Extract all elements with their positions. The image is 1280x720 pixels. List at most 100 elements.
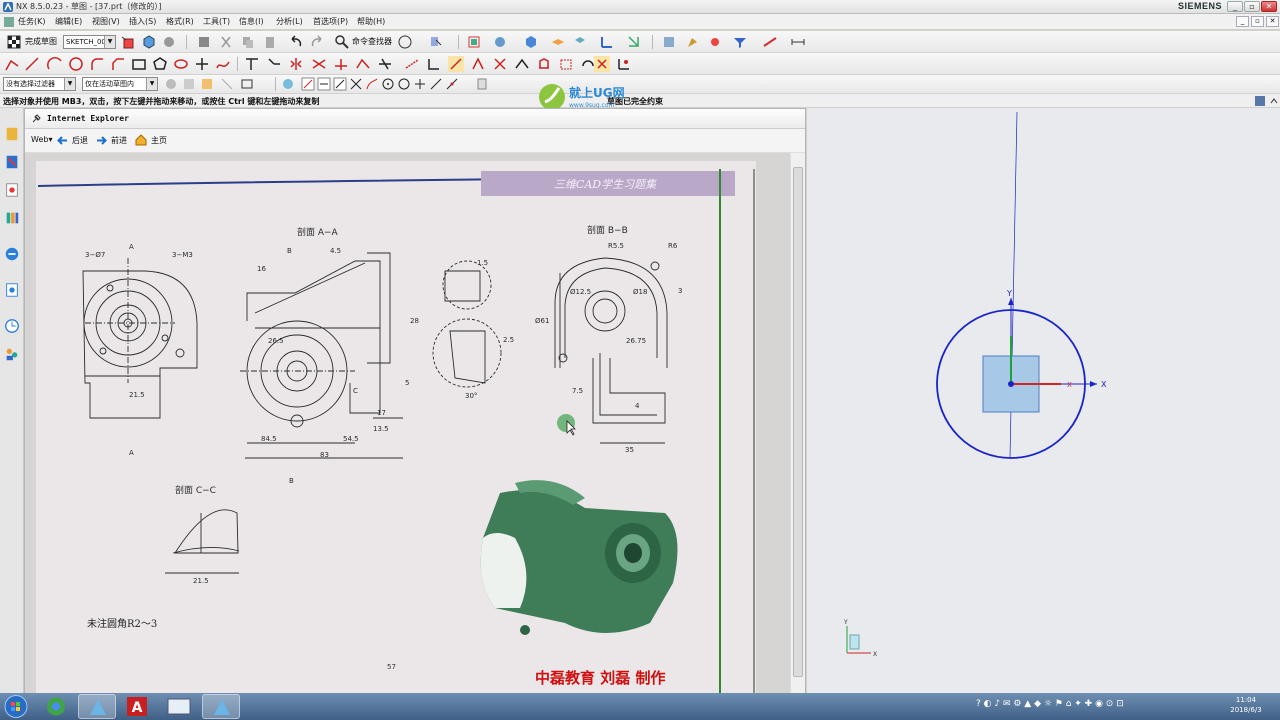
deselect-icon[interactable] [220, 77, 234, 91]
pattern-curve-icon[interactable] [266, 56, 282, 72]
auto-constrain-icon[interactable] [514, 56, 530, 72]
geometric-constraints-icon[interactable] [470, 56, 486, 72]
arc-icon[interactable] [47, 56, 63, 72]
studio-spline-icon[interactable] [215, 56, 231, 72]
mirror-curve-icon[interactable] [288, 56, 304, 72]
point-icon[interactable] [194, 56, 210, 72]
ie-vertical-scrollbar[interactable] [790, 153, 805, 693]
taskbar-autocad[interactable]: A [118, 694, 156, 719]
analysis-icon[interactable] [661, 34, 677, 50]
reattach-icon[interactable] [141, 34, 157, 50]
menu-format[interactable]: 格式(R) [166, 16, 194, 27]
create-inferred-icon[interactable] [616, 56, 632, 72]
redo-icon[interactable] [309, 34, 325, 50]
restore-button[interactable]: ▫ [1244, 1, 1260, 12]
finish-sketch-label[interactable]: 完成草图 [25, 36, 57, 47]
cut-icon[interactable] [218, 34, 234, 50]
circle-select-icon[interactable] [397, 34, 413, 50]
sketch-origin[interactable] [1008, 381, 1014, 387]
derived-lines-icon[interactable] [333, 56, 349, 72]
inspect-icon[interactable] [428, 34, 444, 50]
snap-arc-center-icon[interactable] [381, 77, 395, 91]
command-finder-label[interactable]: 命令查找器 [352, 36, 392, 47]
doc-restore-button[interactable]: ▫ [1251, 16, 1264, 27]
snap-toggle-icon[interactable] [281, 77, 295, 91]
infer-constraints-icon[interactable] [594, 56, 610, 72]
taskbar-explorer[interactable] [160, 694, 198, 719]
taskbar-nx[interactable] [78, 694, 116, 719]
circle-icon[interactable] [68, 56, 84, 72]
general-selection-icon[interactable] [164, 77, 178, 91]
wcs-icon[interactable] [599, 34, 615, 50]
update-model-icon[interactable] [161, 34, 177, 50]
chamfer-icon[interactable] [110, 56, 126, 72]
intersection-point-icon[interactable] [311, 56, 327, 72]
web-browser-icon[interactable] [3, 244, 21, 264]
close-button[interactable]: ✕ [1261, 1, 1277, 12]
selection-priority-icon[interactable] [707, 34, 723, 50]
menu-help[interactable]: 帮助(H) [357, 16, 385, 27]
copy-icon[interactable] [240, 34, 256, 50]
menu-analysis[interactable]: 分析(L) [276, 16, 303, 27]
snap-settings-icon[interactable] [475, 77, 489, 91]
measure-icon[interactable] [790, 34, 806, 50]
ellipse-icon[interactable] [173, 56, 189, 72]
doc-close-button[interactable]: ✕ [1266, 16, 1279, 27]
web-menu[interactable]: Web▾ [31, 135, 52, 144]
system-tray-icons[interactable]: ? ◐ ♪ ✉ ⚙ ▲ ◆ ☼ ⚑ ⌂ ✦ ✚ ◉ ⊙ ⊡ [976, 699, 1124, 709]
rotate-view-icon[interactable] [492, 34, 508, 50]
menu-task[interactable]: 任务(K) [18, 16, 46, 27]
snap-point-on-curve-icon[interactable] [429, 77, 443, 91]
assembly-navigator-icon[interactable] [3, 124, 21, 144]
show-hide-icon[interactable] [572, 34, 588, 50]
filter-icon[interactable] [732, 34, 748, 50]
graphics-window[interactable]: X Y X X Y [807, 108, 1280, 693]
doc-minimize-button[interactable]: _ [1236, 16, 1249, 27]
taskbar-nx-2[interactable] [202, 694, 240, 719]
part-navigator-icon[interactable] [3, 180, 21, 200]
polygon-icon[interactable] [152, 56, 168, 72]
quick-extend-icon[interactable] [404, 56, 420, 72]
menu-preferences[interactable]: 首选项(P) [313, 16, 348, 27]
fillet-icon[interactable] [89, 56, 105, 72]
sketch-canvas[interactable]: X Y X X Y [807, 108, 1280, 693]
back-button[interactable]: 后退 [72, 135, 88, 146]
line-icon[interactable] [24, 56, 40, 72]
convert-reference-icon[interactable] [558, 56, 574, 72]
taskbar-chrome[interactable] [37, 694, 75, 719]
scroll-thumb[interactable] [793, 167, 803, 677]
save-icon[interactable] [196, 34, 212, 50]
make-corner-icon[interactable] [426, 56, 442, 72]
snap-point-icon[interactable] [685, 34, 701, 50]
snap-point-on-surface-icon[interactable] [445, 77, 459, 91]
offset-curve-icon[interactable] [244, 56, 260, 72]
minimize-button[interactable]: _ [1227, 1, 1243, 12]
rectangle-icon[interactable] [131, 56, 147, 72]
show-all-constraints-icon[interactable] [492, 56, 508, 72]
profile-icon[interactable] [4, 56, 20, 72]
home-button[interactable]: 主页 [151, 135, 167, 146]
menu-tools[interactable]: 工具(T) [203, 16, 230, 27]
type-filter-select[interactable]: 没有选择过滤器 ▼ [3, 77, 76, 91]
snap-endpoint-icon[interactable] [301, 77, 315, 91]
layer-icon[interactable] [550, 34, 566, 50]
taskbar-clock[interactable]: 11:04 2018/6/3 [1226, 695, 1266, 715]
cue-settings-icon[interactable] [1255, 96, 1265, 106]
paste-icon[interactable] [262, 34, 278, 50]
menu-insert[interactable]: 插入(S) [129, 16, 156, 27]
home-icon[interactable] [135, 134, 147, 146]
constraints-icon[interactable] [448, 56, 464, 72]
render-style-icon[interactable] [523, 34, 539, 50]
snap-existing-point-icon[interactable] [413, 77, 427, 91]
feature-selection-icon[interactable] [182, 77, 196, 91]
command-finder-icon[interactable] [334, 34, 350, 50]
constraint-navigator-icon[interactable] [3, 152, 21, 172]
snap-tangent-icon[interactable] [365, 77, 379, 91]
menu-info[interactable]: 信息(I) [239, 16, 264, 27]
back-arrow-icon[interactable] [57, 135, 68, 146]
snap-midpoint-icon[interactable] [317, 77, 331, 91]
snap-mode-icon[interactable] [200, 77, 214, 91]
snap-quadrant-icon[interactable] [397, 77, 411, 91]
finish-sketch-icon[interactable] [6, 34, 22, 50]
forward-button[interactable]: 前进 [111, 135, 127, 146]
